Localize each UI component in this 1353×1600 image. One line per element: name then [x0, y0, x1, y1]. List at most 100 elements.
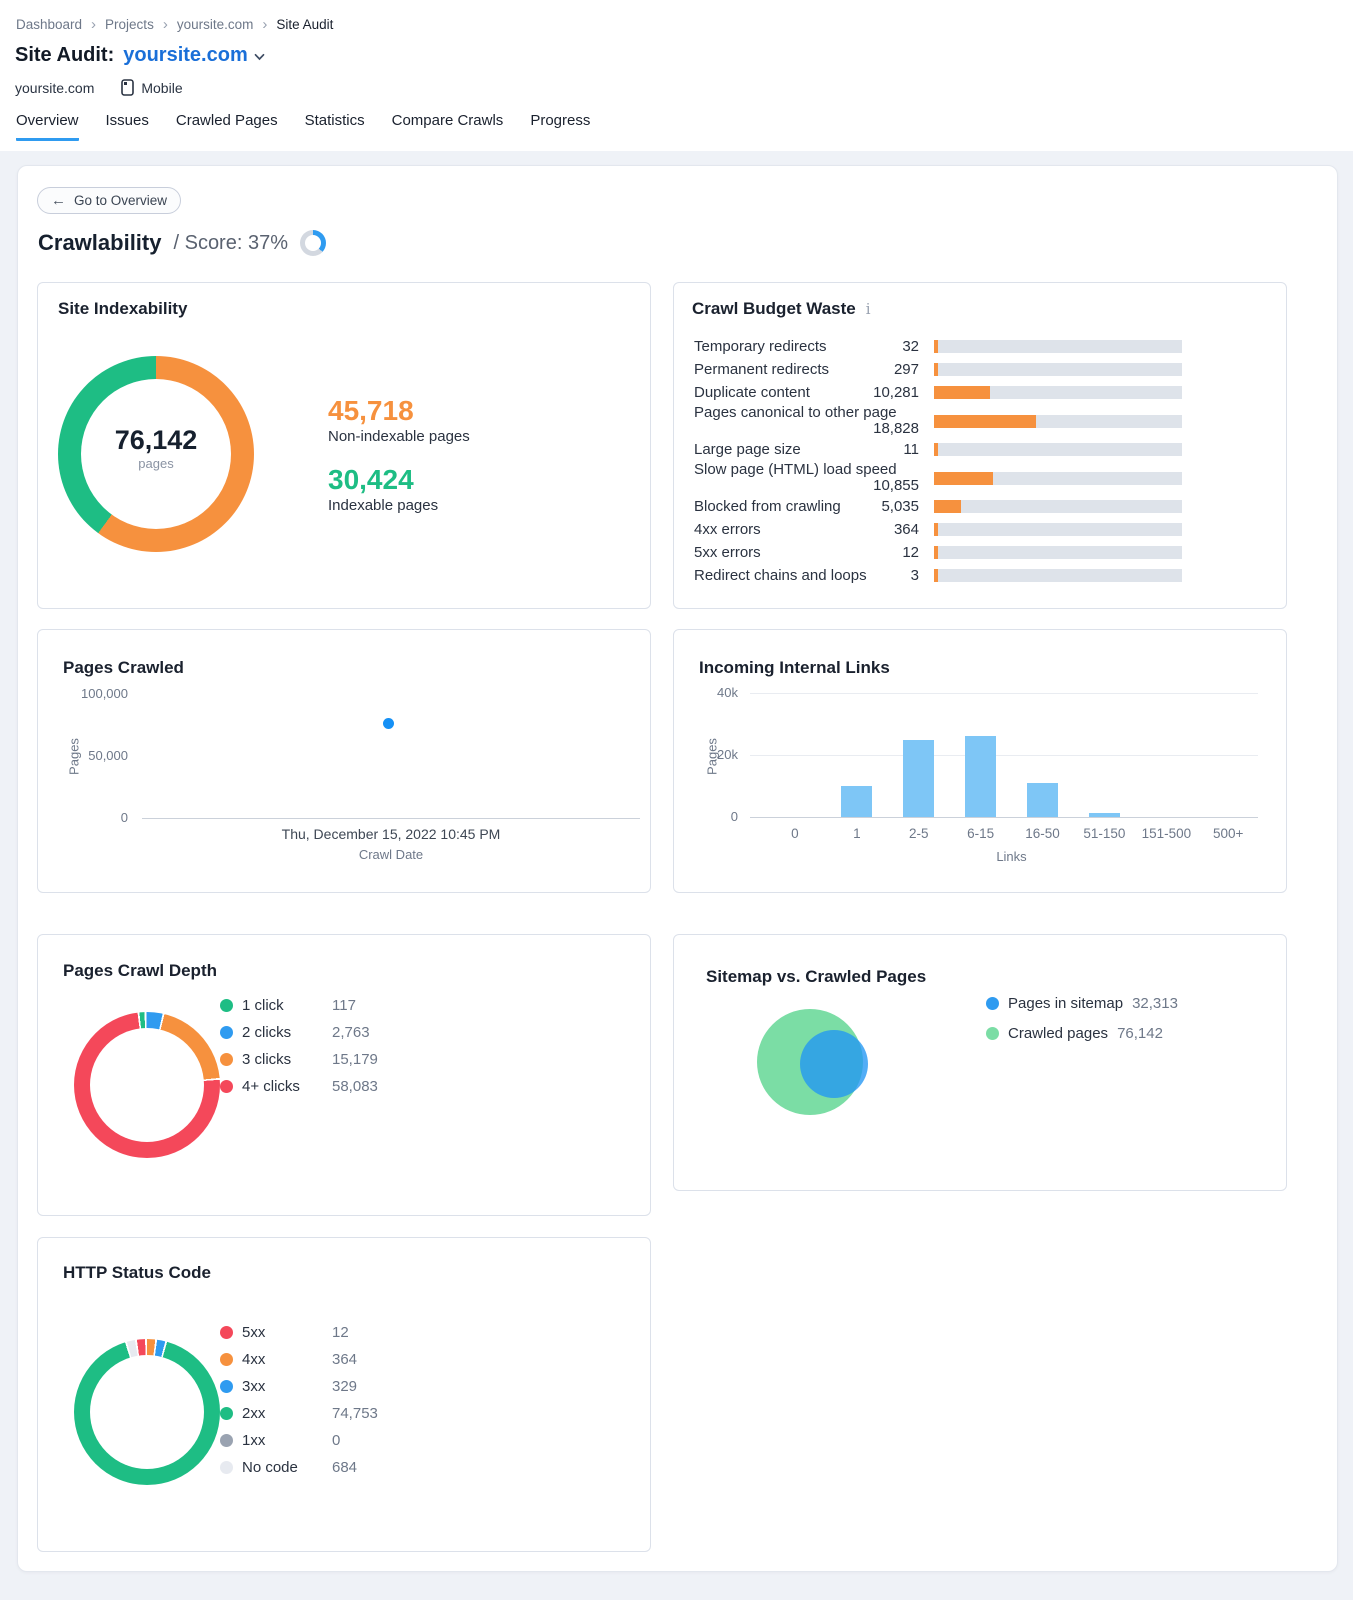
legend-dot-icon — [220, 1407, 233, 1420]
tab-crawled-pages[interactable]: Crawled Pages — [176, 112, 278, 141]
http-status-legend: 5xx124xx3643xx3292xx74,7531xx0No code684 — [220, 1322, 378, 1484]
tab-issues[interactable]: Issues — [106, 112, 149, 141]
indexable-label: Indexable pages — [328, 497, 470, 514]
budget-row-label: Duplicate content — [694, 384, 873, 401]
budget-bar-fill — [934, 340, 938, 353]
budget-row: Temporary redirects32 — [694, 335, 1266, 358]
crawl-date-value: Thu, December 15, 2022 10:45 PM — [142, 826, 640, 842]
budget-row: Pages canonical to other page18,828 — [694, 404, 1266, 438]
breadcrumb-separator-icon: › — [262, 18, 267, 31]
legend-dot-icon — [220, 1461, 233, 1474]
crawl-data-point — [383, 718, 394, 729]
budget-bar-fill — [934, 523, 938, 536]
budget-bar-track — [934, 363, 1182, 376]
project-selector[interactable]: yoursite.com — [123, 44, 264, 67]
budget-row-value: 18,828 — [694, 421, 919, 437]
budget-row-line: Large page size11 — [694, 441, 919, 458]
go-to-overview-label: Go to Overview — [74, 193, 167, 208]
budget-bar-fill — [934, 546, 938, 559]
budget-row-line: Redirect chains and loops3 — [694, 567, 919, 584]
budget-row: Large page size11 — [694, 438, 1266, 461]
x-axis-tick: 6-15 — [950, 826, 1012, 841]
budget-row: Redirect chains and loops3 — [694, 564, 1266, 587]
budget-row-text: 5xx errors12 — [694, 544, 919, 561]
project-name: yoursite.com — [123, 44, 247, 67]
x-axis-tick: 500+ — [1197, 826, 1259, 841]
site-meta: yoursite.com Mobile — [15, 79, 183, 96]
device-label: Mobile — [141, 80, 182, 96]
info-icon[interactable]: i — [866, 300, 871, 318]
legend-value: 329 — [332, 1378, 357, 1395]
legend-item: 5xx12 — [220, 1322, 378, 1342]
card-title: Pages Crawl Depth — [63, 961, 217, 981]
legend-dot-icon — [220, 1026, 233, 1039]
x-axis-tick: 1 — [826, 826, 888, 841]
card-title-text: Crawl Budget Waste — [692, 299, 856, 319]
budget-row: Blocked from crawling5,035 — [694, 495, 1266, 518]
legend-value: 15,179 — [332, 1051, 378, 1068]
gridline — [750, 755, 1258, 756]
budget-row-text: Large page size11 — [694, 441, 919, 458]
card-title: HTTP Status Code — [63, 1263, 211, 1283]
budget-bar-track — [934, 546, 1182, 559]
budget-row-value: 5,035 — [881, 498, 919, 515]
budget-bar-track — [934, 443, 1182, 456]
pages-crawled-chart: 100,00050,0000PagesThu, December 15, 202… — [38, 630, 650, 892]
budget-row-text: Blocked from crawling5,035 — [694, 498, 919, 515]
budget-bar-track — [934, 500, 1182, 513]
budget-bar-track — [934, 340, 1182, 353]
budget-bar-track — [934, 472, 1182, 485]
breadcrumb: Dashboard›Projects›yoursite.com›Site Aud… — [16, 17, 333, 32]
breadcrumb-item-projects[interactable]: Projects — [105, 17, 154, 32]
budget-bar-fill — [934, 415, 1036, 428]
breadcrumb-item-dashboard[interactable]: Dashboard — [16, 17, 82, 32]
budget-row-text: Pages canonical to other page18,828 — [694, 405, 919, 437]
legend-dot-icon — [220, 999, 233, 1012]
crawl-budget-waste-card: Crawl Budget Waste i Temporary redirects… — [673, 282, 1287, 609]
legend-value: 12 — [332, 1324, 349, 1341]
budget-row-label: Permanent redirects — [694, 361, 894, 378]
x-axis-line — [142, 818, 640, 819]
budget-bar-fill — [934, 569, 938, 582]
legend-item: 3 clicks15,179 — [220, 1049, 378, 1069]
http-status-donut-chart — [74, 1339, 220, 1485]
legend-label: 1xx — [242, 1432, 332, 1449]
non-indexable-label: Non-indexable pages — [328, 428, 470, 445]
legend-item: 1xx0 — [220, 1430, 378, 1450]
tab-compare-crawls[interactable]: Compare Crawls — [392, 112, 504, 141]
tab-statistics[interactable]: Statistics — [305, 112, 365, 141]
legend-dot-icon — [220, 1353, 233, 1366]
tab-bar: Overview Issues Crawled Pages Statistics Com… — [16, 112, 590, 141]
y-axis-tick: 40k — [688, 685, 738, 700]
x-axis-tick: 51-150 — [1073, 826, 1135, 841]
breadcrumb-item-yoursite-com[interactable]: yoursite.com — [177, 17, 254, 32]
x-axis-tick: 0 — [764, 826, 826, 841]
legend-item: 2xx74,753 — [220, 1403, 378, 1423]
bar-2-5 — [903, 740, 934, 818]
budget-row: 4xx errors364 — [694, 518, 1266, 541]
legend-label: 1 click — [242, 997, 332, 1014]
budget-row-value: 364 — [894, 521, 919, 538]
chevron-down-icon — [254, 53, 265, 61]
crawl-budget-list: Temporary redirects32 Permanent redirects… — [694, 335, 1266, 587]
score-progress-ring — [300, 230, 326, 256]
budget-row-label: Temporary redirects — [694, 338, 902, 355]
tab-overview[interactable]: Overview — [16, 112, 79, 141]
breadcrumb-separator-icon: › — [163, 18, 168, 31]
budget-bar-fill — [934, 443, 938, 456]
incoming-internal-links-card: Incoming Internal Links 40k20k0Pages012-… — [673, 629, 1287, 893]
budget-row-text: Temporary redirects32 — [694, 338, 919, 355]
legend-item: 2 clicks2,763 — [220, 1022, 378, 1042]
budget-row-text: Permanent redirects297 — [694, 361, 919, 378]
y-axis-label: Pages — [705, 727, 720, 787]
go-to-overview-button[interactable]: ← Go to Overview — [37, 187, 181, 214]
budget-row-text: Duplicate content10,281 — [694, 384, 919, 401]
budget-bar-track — [934, 569, 1182, 582]
legend-item: 1 click117 — [220, 995, 378, 1015]
budget-row-value: 10,855 — [694, 478, 919, 494]
legend-item: 4+ clicks58,083 — [220, 1076, 378, 1096]
tab-progress[interactable]: Progress — [530, 112, 590, 141]
budget-row-value: 297 — [894, 361, 919, 378]
budget-bar-fill — [934, 363, 938, 376]
pages-in-sitemap-circle — [800, 1030, 868, 1098]
